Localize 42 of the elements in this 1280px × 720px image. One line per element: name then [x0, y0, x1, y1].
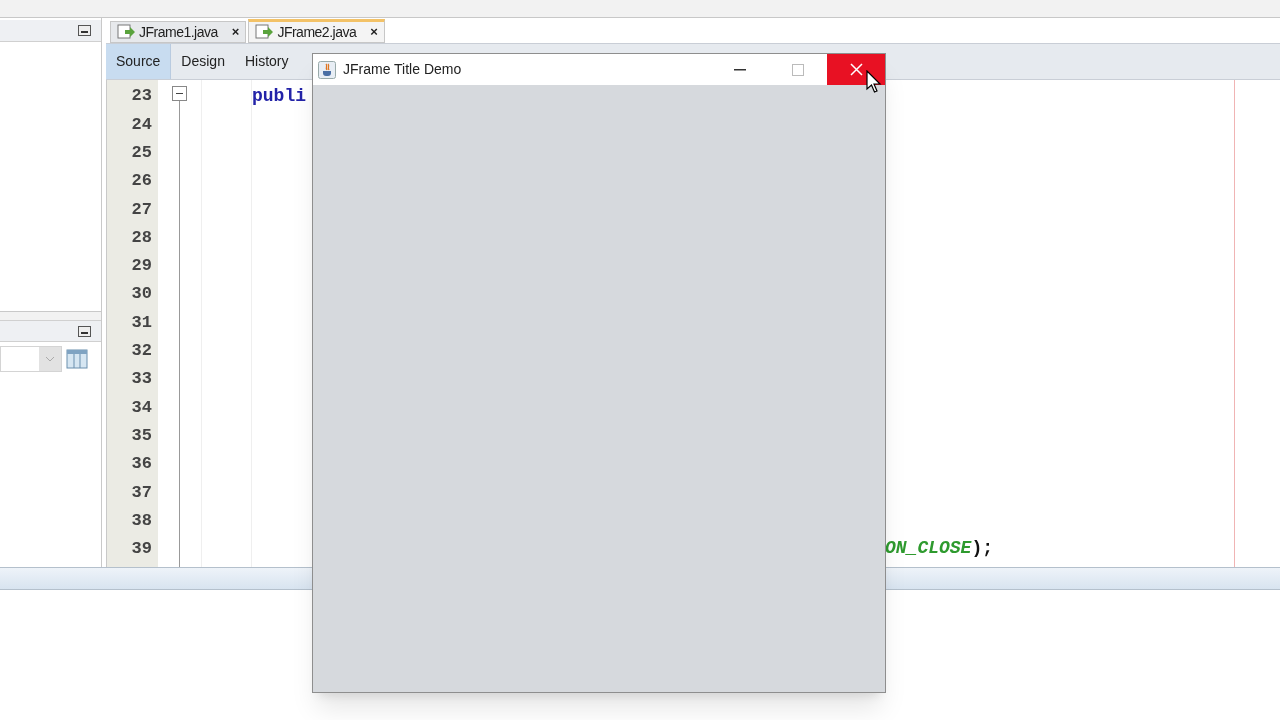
mouse-cursor-icon — [866, 70, 882, 94]
editor-tab[interactable]: JFrame2.java × — [248, 19, 385, 43]
line-number: 33 — [131, 368, 152, 391]
collapse-icon[interactable] — [172, 86, 187, 101]
code-text: ); — [971, 537, 994, 561]
line-number: 25 — [131, 142, 152, 164]
close-icon — [849, 63, 863, 76]
java-cup-icon — [318, 60, 336, 79]
line-number: 38 — [131, 509, 152, 532]
java-file-icon — [255, 24, 274, 40]
view-tab[interactable]: Source — [106, 44, 172, 79]
columns-icon[interactable] — [66, 349, 88, 369]
line-number: 24 — [131, 113, 152, 136]
minimize-icon[interactable] — [78, 25, 91, 36]
line-number: 29 — [131, 255, 152, 278]
dropdown[interactable] — [0, 346, 62, 372]
java-file-icon — [117, 24, 135, 40]
minimize-icon[interactable] — [78, 325, 91, 337]
view-tab[interactable]: Design — [171, 44, 235, 79]
line-number: 39 — [131, 538, 152, 561]
editor-tab[interactable]: JFrame1.java × — [110, 21, 247, 43]
close-button[interactable] — [827, 54, 885, 85]
line-number: 35 — [131, 424, 152, 447]
close-tab-icon[interactable]: × — [231, 22, 240, 42]
line-number: 23 — [131, 85, 152, 108]
line-number: 31 — [131, 311, 152, 334]
code-text: publi — [252, 84, 306, 108]
line-number: 32 — [131, 340, 152, 363]
line-number: 37 — [131, 481, 152, 504]
line-number: 30 — [131, 283, 152, 306]
line-number: 27 — [131, 198, 152, 221]
maximize-icon — [792, 63, 804, 76]
line-number: 34 — [131, 396, 152, 419]
window-title: JFrame Title Demo — [343, 60, 462, 79]
line-number: 26 — [131, 170, 152, 193]
caret-icon — [46, 356, 54, 362]
line-number: 36 — [131, 453, 152, 476]
minimize-icon — [734, 68, 746, 71]
close-tab-icon[interactable]: × — [370, 22, 378, 42]
code-text: ON_CLOSE — [885, 537, 972, 561]
line-number: 28 — [131, 226, 152, 249]
view-tab[interactable]: History — [234, 44, 299, 79]
